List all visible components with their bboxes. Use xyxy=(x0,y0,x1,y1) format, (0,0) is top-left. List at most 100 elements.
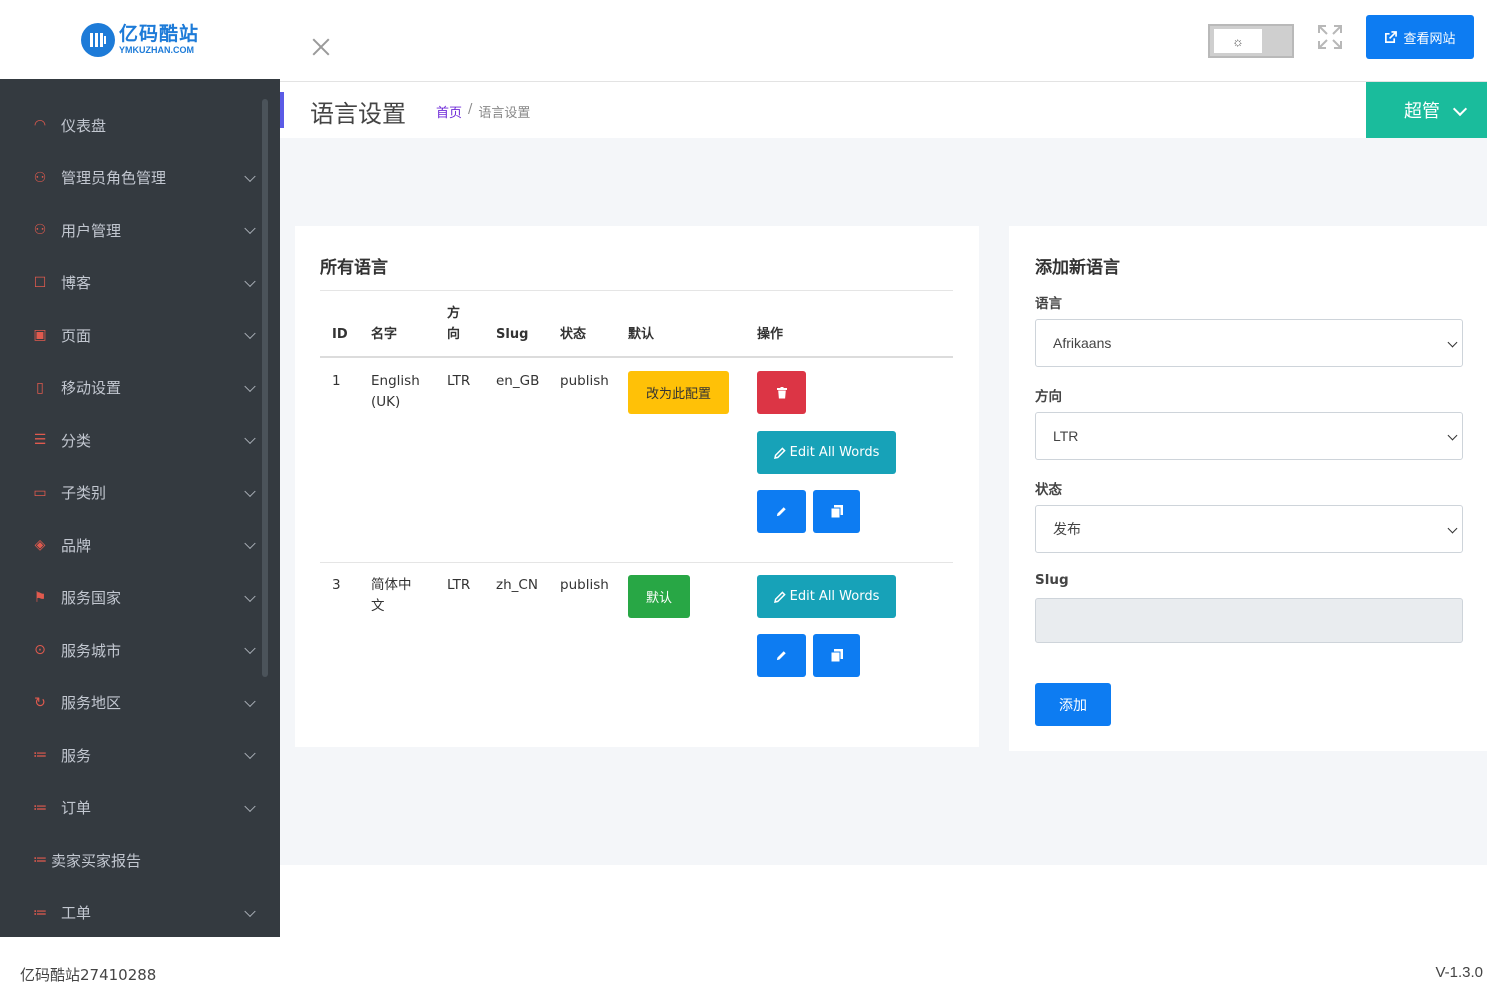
chevron-down-icon xyxy=(1447,430,1458,441)
sidebar-item[interactable]: ⚇ 管理员角色管理 xyxy=(0,152,270,205)
sidebar-item[interactable]: ▣ 页面 xyxy=(0,309,270,362)
pencil-icon xyxy=(776,507,786,517)
chevron-down-icon xyxy=(244,380,256,392)
row-divider xyxy=(320,562,953,563)
view-site-button[interactable]: 查看网站 xyxy=(1366,15,1474,59)
admin-menu-button[interactable]: 超管 xyxy=(1366,82,1487,138)
edit-all-words-button[interactable]: Edit All Words xyxy=(757,431,896,474)
header-divider xyxy=(320,356,953,358)
external-link-icon xyxy=(1385,30,1398,43)
copy-icon xyxy=(830,649,843,662)
sidebar-item-label: 卖家买家报告 xyxy=(51,851,142,870)
breadcrumb-home[interactable]: 首页 xyxy=(436,102,462,121)
sidebar-item[interactable]: ◈ 品牌 xyxy=(0,519,270,572)
breadcrumb: 首页 / 语言设置 xyxy=(436,102,530,121)
delete-button[interactable] xyxy=(757,371,806,414)
sidebar-item-label: 分类 xyxy=(61,431,92,450)
list-icon: ≔ xyxy=(33,852,47,869)
row2-direction: LTR xyxy=(447,577,471,593)
sidebar-item[interactable]: ≔ 服务 xyxy=(0,729,270,782)
logo[interactable]: 亿码酷站 YMKUZHAN.COM xyxy=(80,22,199,57)
default-badge-button[interactable]: 默认 xyxy=(628,575,690,618)
sidebar-item[interactable]: ▯ 移动设置 xyxy=(0,362,270,415)
chevron-down-icon xyxy=(244,747,256,760)
breadcrumb-separator: / xyxy=(468,102,473,117)
sidebar-item-label: 服务 xyxy=(61,746,92,765)
add-language-card: 添加新语言 语言 Afrikaans 方向 LTR 状态 发布 Slug 添加 xyxy=(1009,226,1487,751)
pencil-icon xyxy=(773,590,786,603)
col-status: 状态 xyxy=(560,327,587,342)
language-label: 语言 xyxy=(1035,296,1062,312)
footer-version: V-1.3.0 xyxy=(1435,964,1483,981)
sidebar-item[interactable]: ▭ 子类别 xyxy=(0,467,270,520)
trash-icon xyxy=(776,386,787,398)
header-accent xyxy=(280,92,284,128)
sidebar-item[interactable]: ◠ 仪表盘 xyxy=(0,99,270,152)
comment-icon: ☐ xyxy=(33,274,47,291)
copy-button[interactable] xyxy=(813,634,860,677)
page-icon: ▣ xyxy=(33,327,47,344)
sidebar-item[interactable]: ⊙ 服务城市 xyxy=(0,624,270,677)
edit-all-words-button[interactable]: Edit All Words xyxy=(757,575,896,618)
sidebar-item-label: 移动设置 xyxy=(61,379,122,398)
language-select[interactable]: Afrikaans xyxy=(1035,319,1463,367)
sidebar-item[interactable]: ⚑ 服务国家 xyxy=(0,572,270,625)
edit-button[interactable] xyxy=(757,490,806,533)
chevron-down-icon xyxy=(244,432,256,445)
row2-status: publish xyxy=(560,577,609,593)
sidebar-item[interactable]: ☰ 分类 xyxy=(0,414,270,467)
direction-label: 方向 xyxy=(1035,389,1062,405)
mobile-icon: ▯ xyxy=(36,379,44,396)
sidebar-item-label: 服务国家 xyxy=(61,589,122,608)
sidebar-item[interactable]: ≔ 订单 xyxy=(0,782,270,835)
row1-status: publish xyxy=(560,373,609,389)
chevron-down-icon xyxy=(244,642,256,655)
col-default: 默认 xyxy=(628,327,655,342)
chevron-down-icon xyxy=(244,800,256,812)
col-direction: 方 向 xyxy=(447,306,461,342)
circle-arrow-icon: ⊙ xyxy=(34,642,46,659)
sidebar: ◠ 仪表盘 ⚇ 管理员角色管理 ⚇ 用户管理 ☐ 博客 ▣ 页面 ▯ 移动设置 ☰ 分类 ▭ 子类别 ◈ 品牌 ⚑ 服… xyxy=(0,79,280,937)
sidebar-item-label: 子类别 xyxy=(61,484,107,503)
user-icon: ⚇ xyxy=(33,222,47,239)
divider xyxy=(320,290,953,291)
add-button[interactable]: 添加 xyxy=(1035,683,1111,726)
copy-icon xyxy=(830,505,843,518)
theme-toggle[interactable]: ☼ xyxy=(1208,24,1294,58)
status-select[interactable]: 发布 xyxy=(1035,505,1463,553)
list-icon: ≔ xyxy=(33,799,47,816)
list-icon: ≔ xyxy=(33,747,47,764)
row2-id: 3 xyxy=(332,577,341,593)
direction-select[interactable]: LTR xyxy=(1035,412,1463,460)
status-label: 状态 xyxy=(1035,482,1062,498)
sidebar-item[interactable]: ↻ 服务地区 xyxy=(0,677,270,730)
chevron-down-icon xyxy=(244,590,256,602)
brand-name: 亿码酷站 xyxy=(118,22,199,45)
copy-button[interactable] xyxy=(813,490,860,533)
fullscreen-icon[interactable] xyxy=(1317,24,1343,50)
sidebar-item-label: 品牌 xyxy=(61,536,92,555)
row1-slug: en_GB xyxy=(496,373,540,389)
pencil-icon xyxy=(773,446,786,459)
sidebar-item[interactable]: ☐ 博客 xyxy=(0,257,270,310)
slug-input[interactable] xyxy=(1035,598,1463,643)
sidebar-item-label: 服务地区 xyxy=(61,694,122,713)
edit-button[interactable] xyxy=(757,634,806,677)
row2-slug: zh_CN xyxy=(496,577,538,593)
breadcrumb-current: 语言设置 xyxy=(478,106,531,121)
logo-area: 亿码酷站 YMKUZHAN.COM xyxy=(0,0,280,79)
sidebar-item[interactable]: ⚇ 用户管理 xyxy=(0,204,270,257)
chevron-down-icon xyxy=(1447,523,1458,534)
sidebar-item[interactable]: ≔ 卖家买家报告 xyxy=(0,834,270,887)
close-icon[interactable] xyxy=(310,36,332,58)
chevron-down-icon xyxy=(1447,337,1458,348)
sidebar-item-label: 博客 xyxy=(61,274,92,293)
brand-domain: YMKUZHAN.COM xyxy=(118,44,194,55)
sidebar-item-label: 订单 xyxy=(61,799,92,818)
sidebar-item[interactable]: ≔ 工单 xyxy=(0,887,270,938)
set-default-button[interactable]: 改为此配置 xyxy=(628,371,729,414)
refresh-icon: ↻ xyxy=(34,694,46,711)
list-icon: ≔ xyxy=(33,904,47,921)
add-language-title: 添加新语言 xyxy=(1035,258,1120,278)
col-name: 名字 xyxy=(371,327,398,342)
